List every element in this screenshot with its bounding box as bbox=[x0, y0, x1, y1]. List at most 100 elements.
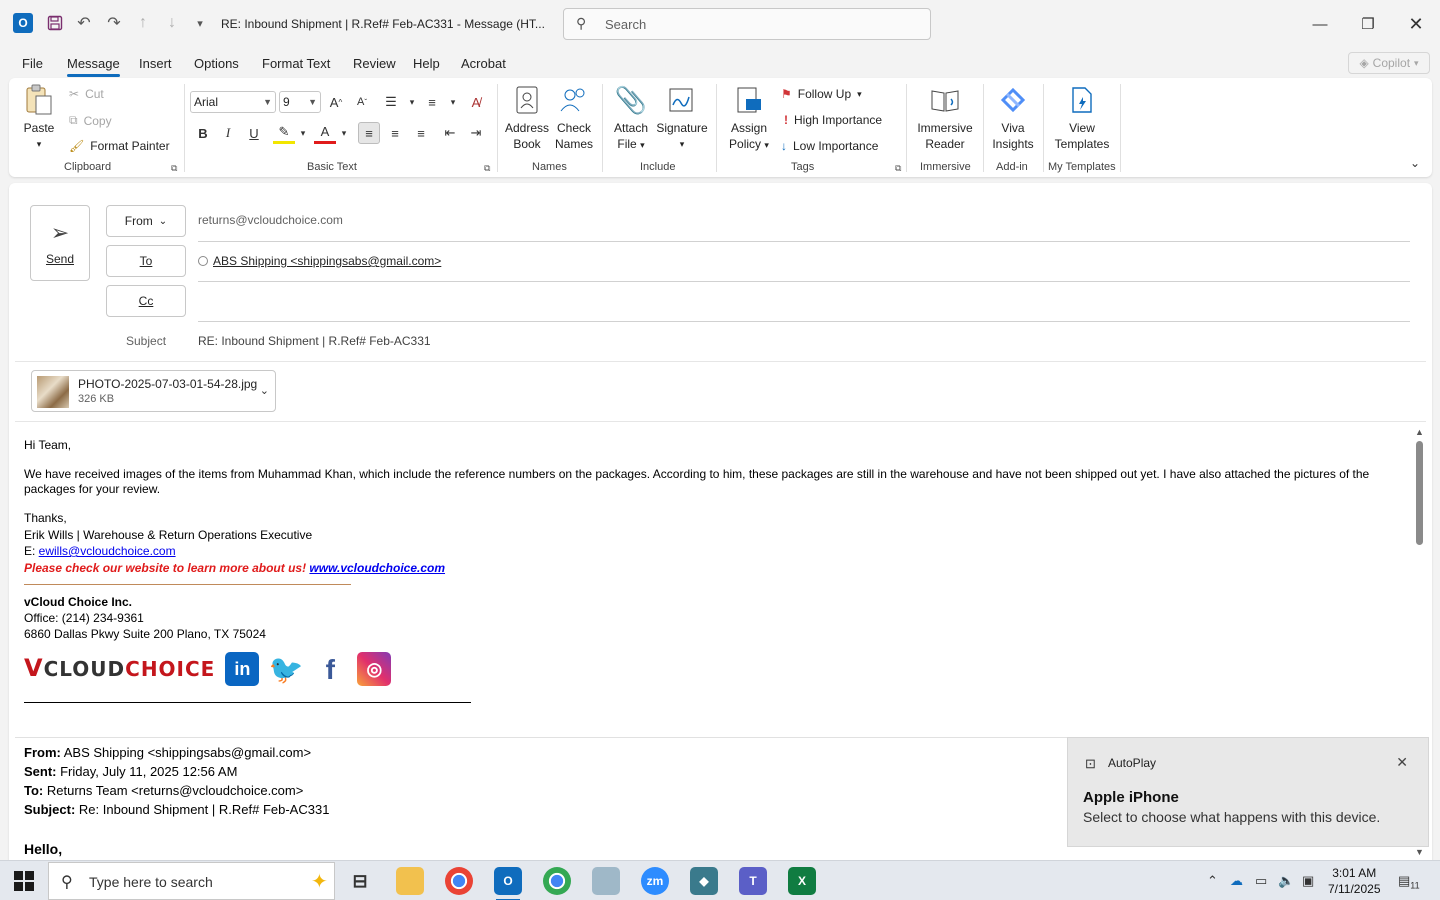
file-explorer-icon[interactable] bbox=[396, 867, 424, 895]
app-icon[interactable] bbox=[592, 867, 620, 895]
restore-button[interactable]: ❐ bbox=[1356, 12, 1380, 36]
underline-icon[interactable]: U bbox=[243, 122, 265, 144]
copilot-button[interactable]: ◈ Copilot ▾ bbox=[1348, 52, 1430, 74]
excel-icon[interactable]: X bbox=[788, 867, 816, 895]
view-templates-button[interactable]: View Templates bbox=[1051, 84, 1113, 152]
chevron-down-icon[interactable]: ⌄ bbox=[260, 384, 269, 397]
minimize-button[interactable]: — bbox=[1308, 12, 1332, 36]
group-label-names: Names bbox=[532, 161, 567, 173]
bold-icon[interactable]: B bbox=[192, 122, 214, 144]
autoplay-notification[interactable]: ⊡ AutoPlay ✕ Apple iPhone Select to choo… bbox=[1067, 737, 1429, 847]
clipboard-launcher-icon[interactable]: ⧉ bbox=[171, 163, 177, 174]
next-item-icon[interactable]: ↓ bbox=[161, 12, 183, 34]
tab-format-text[interactable]: Format Text bbox=[262, 56, 330, 71]
notification-center-icon[interactable]: ▤11 bbox=[1398, 873, 1420, 891]
assign-policy-button[interactable]: Assign Policy ▾ bbox=[725, 84, 773, 153]
facebook-icon[interactable]: f bbox=[313, 652, 347, 686]
chrome-profile-icon[interactable] bbox=[543, 867, 571, 895]
from-button[interactable]: From ⌄ bbox=[106, 205, 186, 237]
numbering-icon[interactable]: ≡ bbox=[421, 91, 443, 113]
align-right-icon[interactable]: ≡ bbox=[410, 122, 432, 144]
tab-help[interactable]: Help bbox=[413, 56, 440, 71]
windows-start-icon[interactable] bbox=[14, 871, 34, 891]
grow-font-icon[interactable]: A ^ bbox=[325, 91, 347, 113]
taskbar-search-input[interactable]: ⚲ Type here to search ✦ bbox=[48, 862, 335, 900]
decrease-indent-icon[interactable]: ⇤ bbox=[439, 122, 461, 144]
font-name-select[interactable]: Arial ▼ bbox=[190, 91, 276, 113]
attach-file-button[interactable]: 📎 Attach File ▾ bbox=[609, 84, 653, 153]
to-button[interactable]: To bbox=[106, 245, 186, 277]
cc-label: Cc bbox=[138, 294, 154, 308]
bullets-icon[interactable]: ☰ bbox=[380, 91, 402, 113]
high-importance-button[interactable]: ! High Importance bbox=[784, 113, 882, 127]
previous-item-icon[interactable]: ↑ bbox=[132, 12, 154, 34]
font-size-select[interactable]: 9 ▼ bbox=[279, 91, 321, 113]
teams-icon[interactable]: T bbox=[739, 867, 767, 895]
to-recipient[interactable]: ABS Shipping <shippingsabs@gmail.com> bbox=[198, 254, 441, 268]
shrink-font-icon[interactable]: Aˇ bbox=[351, 91, 373, 113]
close-icon[interactable]: ✕ bbox=[1396, 754, 1408, 771]
paste-button[interactable]: Paste ▾ bbox=[23, 84, 55, 152]
send-button[interactable]: ➢ Send bbox=[30, 205, 90, 281]
basic-text-launcher-icon[interactable]: ⧉ bbox=[484, 163, 490, 174]
volume-icon[interactable]: 🔈 bbox=[1278, 873, 1294, 889]
chevron-up-icon[interactable]: ⌃ bbox=[1207, 873, 1218, 889]
signature-email-link[interactable]: ewills@vcloudchoice.com bbox=[39, 544, 176, 558]
redo-icon[interactable]: ↷ bbox=[103, 12, 125, 34]
website-link[interactable]: www.vcloudchoice.com bbox=[309, 561, 445, 575]
follow-up-button[interactable]: ⚑ Follow Up ▾ bbox=[781, 87, 862, 101]
chrome-icon[interactable] bbox=[445, 867, 473, 895]
outlook-taskbar-icon[interactable]: O bbox=[494, 867, 522, 900]
message-body[interactable]: Hi Team, We have received images of the … bbox=[24, 438, 1394, 703]
cc-button[interactable]: Cc bbox=[106, 285, 186, 317]
address-book-button[interactable]: Address Book bbox=[504, 84, 550, 152]
tab-review[interactable]: Review bbox=[353, 56, 396, 71]
copy-button[interactable]: ⧉ Copy bbox=[69, 113, 112, 128]
linkedin-icon[interactable]: in bbox=[225, 652, 260, 686]
tab-file[interactable]: File bbox=[22, 56, 43, 71]
instagram-icon[interactable]: ◎ bbox=[357, 652, 392, 686]
signature-button[interactable]: Signature ▾ bbox=[656, 84, 708, 152]
viva-insights-button[interactable]: Viva Insights bbox=[990, 84, 1036, 152]
save-icon[interactable] bbox=[44, 12, 66, 34]
subject-input[interactable]: RE: Inbound Shipment | R.Ref# Feb-AC331 bbox=[198, 334, 431, 348]
chevron-down-icon[interactable]: ▾ bbox=[333, 122, 355, 144]
immersive-reader-button[interactable]: Immersive Reader bbox=[914, 84, 976, 152]
chevron-down-icon[interactable]: ▾ bbox=[292, 122, 314, 144]
align-left-icon[interactable]: ≡ bbox=[358, 122, 380, 144]
low-importance-button[interactable]: ↓ Low Importance bbox=[781, 139, 878, 153]
customize-toolbar-icon[interactable]: ▾ bbox=[189, 12, 211, 34]
network-icon[interactable]: ▣ bbox=[1302, 873, 1314, 889]
copy-icon: ⧉ bbox=[69, 113, 78, 127]
app-icon[interactable]: ◆ bbox=[690, 867, 718, 895]
cut-button[interactable]: ✂ Cut bbox=[69, 87, 104, 101]
collapse-ribbon-icon[interactable]: ⌄ bbox=[1410, 156, 1420, 170]
battery-icon[interactable]: ▭ bbox=[1255, 873, 1267, 889]
cc-input[interactable] bbox=[198, 321, 1410, 322]
tab-options[interactable]: Options bbox=[194, 56, 239, 71]
italic-icon[interactable]: I bbox=[217, 122, 239, 144]
onedrive-icon[interactable]: ☁ bbox=[1230, 873, 1243, 889]
check-names-button[interactable]: Check Names bbox=[551, 84, 597, 152]
tab-insert[interactable]: Insert bbox=[139, 56, 172, 71]
chevron-down-icon[interactable]: ▾ bbox=[401, 91, 423, 113]
close-button[interactable]: ✕ bbox=[1404, 12, 1428, 36]
task-view-icon[interactable]: ⊟ bbox=[346, 867, 374, 895]
scroll-down-icon[interactable]: ▼ bbox=[1415, 847, 1424, 857]
twitter-icon[interactable]: 🐦 bbox=[269, 652, 304, 686]
attachment-chip[interactable]: PHOTO-2025-07-03-01-54-28.jpg 326 KB ⌄ bbox=[31, 370, 276, 412]
clear-formatting-icon[interactable]: A̸ bbox=[465, 91, 487, 113]
undo-icon[interactable]: ↶ bbox=[73, 12, 95, 34]
tags-launcher-icon[interactable]: ⧉ bbox=[895, 163, 901, 174]
scroll-up-icon[interactable]: ▲ bbox=[1415, 427, 1424, 437]
tab-message[interactable]: Message bbox=[67, 56, 120, 77]
zoom-icon[interactable]: zm bbox=[641, 867, 669, 895]
tab-acrobat[interactable]: Acrobat bbox=[461, 56, 506, 71]
scrollbar-thumb[interactable] bbox=[1416, 441, 1423, 545]
format-painter-button[interactable]: 🖌 Format Painter bbox=[69, 139, 170, 153]
search-input[interactable]: ⚲ Search bbox=[563, 8, 931, 40]
chevron-down-icon[interactable]: ▾ bbox=[442, 91, 464, 113]
increase-indent-icon[interactable]: ⇥ bbox=[465, 122, 487, 144]
align-center-icon[interactable]: ≡ bbox=[384, 122, 406, 144]
system-clock[interactable]: 3:01 AM 7/11/2025 bbox=[1328, 865, 1381, 897]
